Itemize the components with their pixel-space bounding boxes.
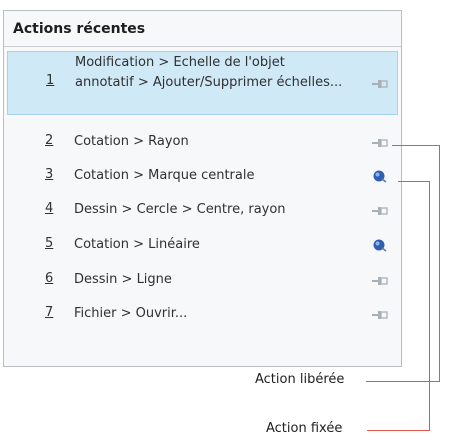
callout-line-pinned-vertical xyxy=(429,181,430,431)
callout-line-released-top xyxy=(392,145,439,146)
pushpin-icon[interactable] xyxy=(371,203,389,222)
recent-actions-panel: Actions récentes 1 Modification > Echell… xyxy=(3,10,402,367)
item-label: Cotation > Linéaire xyxy=(74,237,200,252)
recent-action-item-2[interactable]: 2 Cotation > Rayon xyxy=(4,125,401,159)
item-number: 6 xyxy=(45,271,54,286)
item-label: Cotation > Rayon xyxy=(74,134,189,149)
panel-header: Actions récentes xyxy=(4,11,401,47)
recent-action-item-6[interactable]: 6 Dessin > Ligne xyxy=(4,263,401,297)
item-label: Modification > Echelle de l'objet annota… xyxy=(75,55,343,90)
callout-label-released: Action libérée xyxy=(255,372,345,387)
callout-line-pinned-top xyxy=(398,181,429,182)
recent-action-item-1[interactable]: 1 Modification > Echelle de l'objet anno… xyxy=(7,51,398,115)
pushpin-icon[interactable] xyxy=(371,76,389,95)
recent-action-item-7[interactable]: 7 Fichier > Ouvrir... xyxy=(4,297,401,331)
recent-action-item-5[interactable]: 5 Cotation > Linéaire xyxy=(4,228,401,262)
item-number: 2 xyxy=(45,133,54,148)
pin-ball-icon[interactable] xyxy=(371,237,389,257)
pushpin-icon[interactable] xyxy=(371,135,389,154)
recent-action-item-4[interactable]: 4 Dessin > Cercle > Centre, rayon xyxy=(4,193,401,227)
callout-line-released-vertical xyxy=(439,145,440,382)
item-number: 1 xyxy=(46,73,55,88)
pushpin-icon[interactable] xyxy=(371,307,389,326)
item-label: Cotation > Marque centrale xyxy=(74,168,255,183)
panel-title: Actions récentes xyxy=(13,20,146,37)
pin-ball-icon[interactable] xyxy=(371,168,389,188)
item-label: Dessin > Ligne xyxy=(74,272,172,287)
callout-line-pinned-bottom xyxy=(367,430,430,431)
item-number: 7 xyxy=(45,305,54,320)
callout-label-pinned: Action fixée xyxy=(266,421,343,436)
item-label: Fichier > Ouvrir... xyxy=(74,306,188,321)
recent-action-item-3[interactable]: 3 Cotation > Marque centrale xyxy=(4,159,401,193)
item-number: 3 xyxy=(45,167,54,182)
item-number: 5 xyxy=(45,236,54,251)
item-label: Dessin > Cercle > Centre, rayon xyxy=(74,202,286,217)
pushpin-icon[interactable] xyxy=(371,273,389,292)
item-number: 4 xyxy=(45,201,54,216)
